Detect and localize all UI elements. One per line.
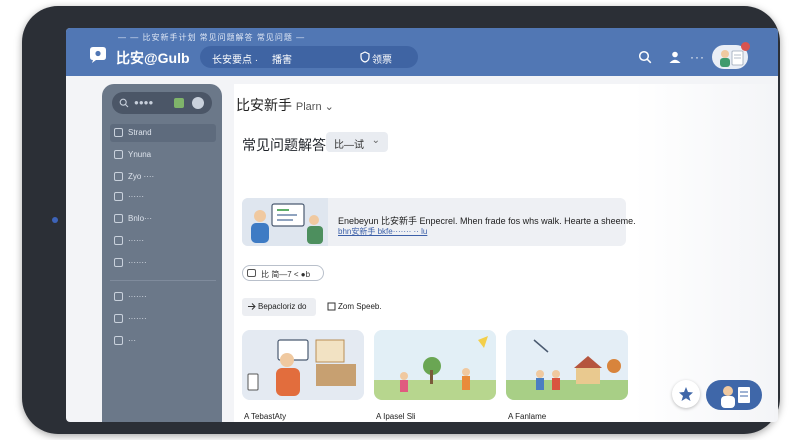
classroom-illustration [242,330,364,400]
zoom-icon [327,302,336,311]
sidebar-item-8[interactable]: ······· [110,288,216,306]
sidebar-divider [110,280,216,281]
filter-tag-label: 比 简—7 < ●b [261,270,311,279]
folder-icon [114,258,123,267]
sidebar-search-label: ●●●● [134,98,154,107]
app-title: 比安@Gulb [116,50,190,66]
sidebar: ●●●● Strand Ynuna Zyo ···· ······ Bnlo··… [102,84,222,422]
sidebar-item-1[interactable]: Strand [110,124,216,142]
village-illustration [506,330,628,400]
profile-avatar[interactable] [712,42,750,69]
user-icon[interactable] [192,97,204,109]
info-banner[interactable]: Enebeyun 比安新手 Enpecrel. Mhen frade fos w… [242,198,636,246]
banner-illustration [242,198,328,246]
course-card-1-caption: A TebastAty [244,412,287,421]
sidebar-search[interactable]: ●●●● [112,92,212,114]
filter-tag[interactable]: 比 简—7 < ●b [242,265,324,281]
course-card-3-caption: A Fanlame [508,412,547,421]
sidebar-item-10[interactable]: ··· [110,332,216,350]
logo-icon [90,47,106,63]
more-menu-icon[interactable]: ··· [690,50,705,64]
arrow-icon [248,303,256,310]
sidebar-item-5[interactable]: Bnlo··· [110,210,216,228]
edit-icon [114,150,123,159]
chat-icon [247,269,256,277]
star-icon [679,387,693,401]
list-icon [114,192,123,201]
user-icon [114,128,123,137]
search-icon [119,98,129,108]
right-fade [634,76,778,422]
banner-link[interactable]: bhn安新手 bkfe······· ·· lu [338,226,427,237]
action-button-2[interactable]: Zom Speeb. [322,298,386,316]
page-title: 比安新手 Plarn ⌄ [236,95,334,115]
status-icon [174,98,184,108]
plan-dropdown[interactable]: Plarn ⌄ [296,101,334,113]
camera-dot [52,217,58,223]
favorite-button[interactable] [672,380,700,408]
page-title-text: 比安新手 [236,97,292,113]
faq-heading: 常见问题解答 [242,137,326,153]
nav-item-1[interactable]: 长安要点 · [212,51,258,66]
help-icon [114,314,123,323]
faq-filter-select[interactable]: 比—试 ⌄ [326,132,388,152]
assistant-button[interactable] [706,380,762,410]
tablet-frame: — — 比安新手计划 常见问题解答 常见问题 — 比安@Gulb 长安要点 · … [22,6,780,434]
park-illustration [374,330,496,400]
course-card-1[interactable] [242,330,364,400]
system-line: — — 比安新手计划 常见问题解答 常见问题 — [118,33,306,42]
course-card-2[interactable] [374,330,496,400]
screen: — — 比安新手计划 常见问题解答 常见问题 — 比安@Gulb 长安要点 · … [66,28,778,422]
course-card-2-caption: A Ipasel Sli [376,412,416,421]
nav-item-2[interactable]: 播害 [272,51,292,66]
user-icon[interactable] [668,50,682,64]
sidebar-item-7[interactable]: ······· [110,254,216,272]
chevron-down-icon: ⌄ [371,135,380,146]
faq-filter-value: 比—试 [334,140,364,151]
notification-dot [741,42,750,51]
sidebar-item-3[interactable]: Zyo ···· [110,168,216,186]
sidebar-item-4[interactable]: ······ [110,188,216,206]
sidebar-item-2[interactable]: Ynuna [110,146,216,164]
course-card-3[interactable] [506,330,628,400]
sidebar-item-6[interactable]: ······ [110,232,216,250]
chart-icon [114,172,123,181]
assistant-avatar-icon [721,386,750,408]
nav-item-3[interactable]: 领票 [372,51,392,66]
search-icon[interactable] [638,50,652,64]
sidebar-item-9[interactable]: ······· [110,310,216,328]
top-bar: — — 比安新手计划 常见问题解答 常见问题 — 比安@Gulb 长安要点 · … [66,28,778,76]
document-icon [114,236,123,245]
message-icon [114,292,123,301]
action-button-1[interactable]: Bepacloriz do [242,298,316,316]
nav-pill[interactable]: 长安要点 · 播害 领票 [200,46,418,68]
shield-icon [360,51,370,63]
settings-icon [114,336,123,345]
grid-icon [114,214,123,223]
